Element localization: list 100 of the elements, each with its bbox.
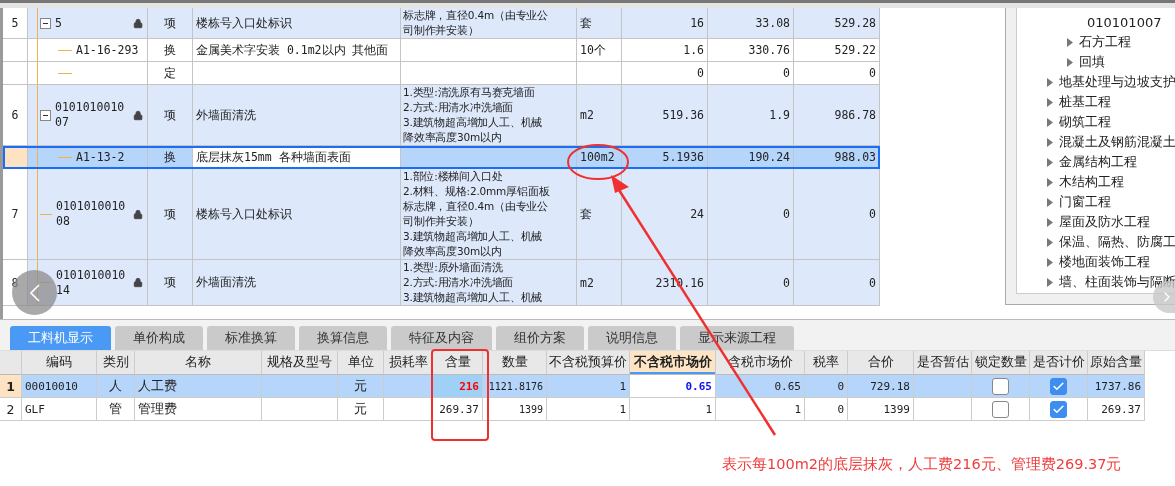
table-cell: 216 [433, 375, 483, 398]
tree-item[interactable]: 门窗工程 [1059, 193, 1111, 211]
column-header[interactable]: 锁定数量 [972, 351, 1030, 375]
highlight-ellipse [567, 144, 629, 180]
column-header[interactable]: 不含税预算价 [547, 351, 630, 375]
item-type: 定 [164, 65, 176, 81]
table-cell: 00010010 [22, 375, 97, 398]
table-cell: 1 [630, 398, 716, 421]
tree-item[interactable]: 楼地面装饰工程 [1059, 253, 1150, 271]
item-name: 楼栋号入口处标识 [196, 15, 292, 31]
table-cell: 0.65 [716, 375, 805, 398]
tree-item[interactable]: 010101007 [1087, 14, 1162, 30]
row-number: 5 [11, 16, 19, 30]
item-code: 010101001007 [55, 100, 126, 130]
item-unit: m2 [580, 275, 594, 290]
item-code: 010101001008 [56, 199, 127, 229]
column-header[interactable]: 数量 [483, 351, 547, 375]
column-header[interactable]: 编码 [22, 351, 97, 375]
row-number: 6 [11, 108, 19, 122]
item-unit: 套 [580, 206, 592, 222]
item-code: A1-13-2 [76, 149, 126, 165]
item-type: 换 [164, 42, 176, 58]
item-quantity: 24 [690, 207, 704, 221]
column-header[interactable]: 规格及型号 [262, 351, 338, 375]
tree-item[interactable]: 墙、柱面装饰与隔断 [1059, 273, 1175, 291]
table-cell: 0 [805, 398, 848, 421]
column-header[interactable]: 是否暂估 [914, 351, 972, 375]
table-cell: 元 [338, 398, 384, 421]
item-features: 1.类型:清洗原有马赛克墙面 2.方式:用清水冲洗墙面 3.建筑物超高增加人工、机械 降效率高度30m以内 [403, 85, 544, 145]
total-price: 986.78 [834, 108, 876, 122]
unit-price: 330.76 [748, 43, 790, 57]
column-header[interactable]: 税率 [805, 351, 848, 375]
item-unit: m2 [580, 108, 594, 122]
tab[interactable]: 换算信息 [299, 326, 387, 350]
item-type: 项 [164, 107, 176, 123]
checkbox[interactable] [1050, 400, 1067, 418]
tree-item[interactable]: 屋面及防水工程 [1059, 213, 1150, 231]
column-header[interactable]: 是否计价 [1030, 351, 1088, 375]
tree-item[interactable]: 地基处理与边坡支护 [1059, 73, 1175, 91]
tab[interactable]: 标准换算 [207, 326, 295, 350]
table-row[interactable]: 定 0 0 0 [3, 62, 880, 85]
tree-item[interactable]: 桩基工程 [1059, 93, 1111, 111]
chevron-left-icon [29, 283, 40, 302]
column-header[interactable]: 名称 [135, 351, 262, 375]
table-row[interactable]: 5 5 项 楼栋号入口处标识 标志牌，直径0.4m（由专业公 司制作并安装） 套 16 33.08 529.28 [3, 8, 880, 39]
collapse-icon[interactable] [40, 109, 51, 121]
total-price: 0 [869, 207, 876, 221]
item-quantity: 0 [697, 66, 704, 80]
item-features: 1.部位:楼梯间入口处 2.材料、规格:2.0mm厚铝面板 标志牌，直径0.4m（由专业公 司制作并安装） 3.建筑物超高增加人工、机械 降效率高度30m以内 [403, 169, 551, 259]
tab[interactable]: 说明信息 [588, 326, 676, 350]
tree-item[interactable]: 石方工程 [1079, 33, 1131, 51]
item-unit: 套 [580, 15, 592, 31]
tree-item[interactable]: 回填 [1079, 53, 1105, 71]
table-cell: 1121.8176 [483, 375, 547, 398]
item-type: 项 [164, 15, 176, 31]
checkbox[interactable] [1050, 377, 1067, 395]
item-name: 底层抹灰15mm 各种墙面表面 [196, 149, 351, 165]
table-cell: 管理费 [135, 398, 262, 421]
table-row[interactable]: 6 010101001007 项 外墙面清洗 1.类型:清洗原有马赛克墙面 2.方式:用清水冲洗墙面 3.建筑物超高增加人工、机械 降效率高度30m以内 m2 519.36 1.9 986.78 [3, 85, 880, 146]
column-header[interactable]: 类别 [97, 351, 135, 375]
row-number: 1 [0, 375, 22, 398]
column-header[interactable]: 损耗率 [384, 351, 433, 375]
annotation-note: 表示每100m2的底层抹灰，人工费216元、管理费269.37元 [722, 455, 1122, 474]
column-header[interactable]: 不含税市场价 [630, 351, 716, 375]
total-price: 0 [869, 275, 876, 290]
collapse-icon[interactable] [40, 17, 51, 29]
tree-item[interactable]: 金属结构工程 [1059, 153, 1137, 171]
table-cell: 1 [716, 398, 805, 421]
table-cell: 管 [97, 398, 135, 421]
table-row[interactable]: A1-13-2 换 底层抹灰15mm 各种墙面表面 100m2 5.1936 190.24 988.03 [3, 146, 880, 169]
table-cell: 人工费 [135, 375, 262, 398]
unit-price: 0 [783, 207, 790, 221]
table-row[interactable]: A1-16-293 换 金属美术字安装 0.1m2以内 其他面 10个 1.6 330.76 529.22 [3, 39, 880, 62]
item-type: 换 [164, 149, 176, 165]
tree-item[interactable]: 木结构工程 [1059, 173, 1124, 191]
tab[interactable]: 单价构成 [115, 326, 203, 350]
table-cell: GLF [22, 398, 97, 421]
column-header[interactable]: 含量 [433, 351, 483, 375]
item-name: 楼栋号入口处标识 [196, 206, 292, 222]
column-header[interactable]: 单位 [338, 351, 384, 375]
total-price: 529.22 [834, 43, 876, 57]
table-cell: 269.37 [433, 398, 483, 421]
tab[interactable]: 组价方案 [496, 326, 584, 350]
checkbox[interactable] [992, 377, 1009, 395]
column-header[interactable]: 原始含量 [1088, 351, 1145, 375]
table-row[interactable]: 7 010101001008 项 楼栋号入口处标识 1.部位:楼梯间入口处 2.材料、规格:2.0mm厚铝面板 标志牌，直径0.4m（由专业公 司制作并安装） 3.建筑物超高增加人工、机械 降效率高度30m以内 套 24 0 0 [3, 169, 880, 260]
row-number: 2 [0, 398, 22, 421]
tab[interactable]: 特征及内容 [391, 326, 492, 350]
unit-price: 0 [783, 275, 790, 290]
item-type: 项 [164, 275, 176, 290]
tree-item[interactable]: 砌筑工程 [1059, 113, 1111, 131]
tree-item[interactable]: 保温、隔热、防腐工 [1059, 233, 1175, 251]
tree-item[interactable]: 混凝土及钢筋混凝土 [1059, 133, 1175, 151]
item-code: 5 [55, 15, 63, 31]
table-cell: 1 [547, 398, 630, 421]
checkbox[interactable] [992, 400, 1009, 418]
total-price: 988.03 [834, 150, 876, 164]
table-cell: 0 [805, 375, 848, 398]
column-header[interactable]: 合价 [848, 351, 914, 375]
unit-price: 33.08 [755, 16, 790, 30]
